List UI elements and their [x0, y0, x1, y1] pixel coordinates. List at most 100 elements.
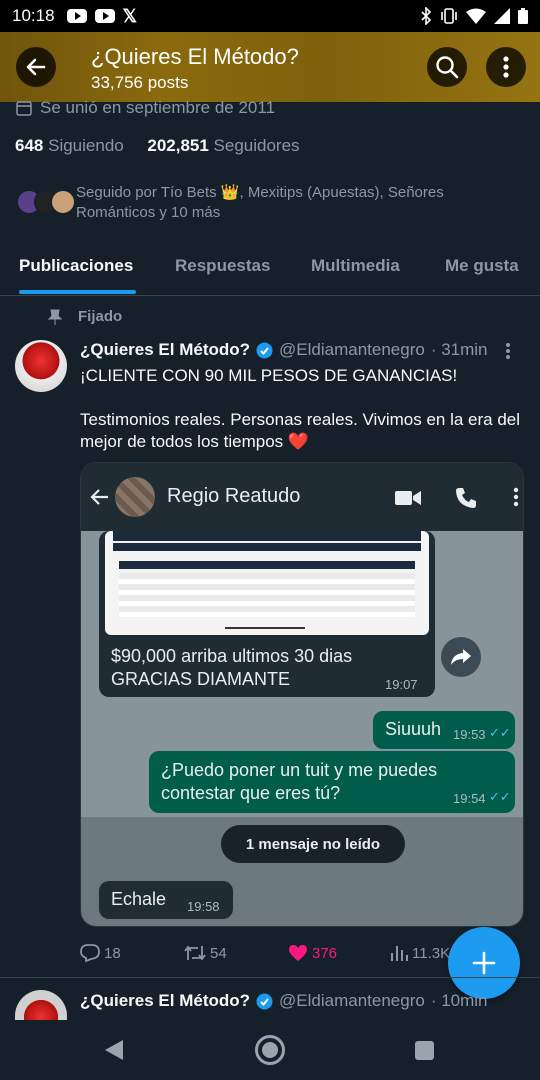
more-vertical-icon [506, 343, 510, 359]
avatar [50, 189, 76, 215]
tweet-media-image[interactable]: Regio Reatudo $90,000 arriba ultimos 30 … [80, 462, 524, 927]
tab-publicaciones[interactable]: Publicaciones [19, 256, 133, 276]
forward-icon [451, 649, 471, 665]
nav-recents-icon[interactable] [415, 1041, 434, 1060]
tweet-avatar[interactable] [15, 990, 67, 1020]
whatsapp-message-time: 19:58 [187, 899, 220, 914]
whatsapp-message-line: contestar que eres tú? [161, 783, 341, 803]
active-tab-indicator [19, 290, 136, 294]
reply-button[interactable]: 18 [80, 944, 121, 962]
pin-icon [48, 309, 62, 325]
whatsapp-message-text: Siuuuh [385, 719, 442, 739]
pinned-label: Fijado [48, 308, 122, 325]
follow-stats: 648 Siguiendo 202,851 Seguidores [15, 136, 300, 156]
post-count: 33,756 posts [91, 73, 189, 92]
views-button[interactable]: 11.3K [390, 944, 450, 962]
search-icon [436, 56, 459, 79]
battery-icon [518, 8, 528, 24]
calendar-icon [16, 101, 32, 116]
following-link[interactable]: 648 Siguiendo [15, 136, 124, 155]
tweet-header: ¿Quieres El Método? @Eldiamantenegro · 1… [80, 990, 500, 1012]
verified-badge-icon [256, 342, 273, 358]
tab-me-gusta[interactable]: Me gusta [445, 256, 519, 276]
nav-home-icon[interactable] [255, 1035, 285, 1065]
signal-icon [494, 8, 510, 24]
tweet-avatar[interactable] [15, 340, 67, 392]
whatsapp-message-text: Echale [111, 889, 167, 909]
betting-screenshot-image [105, 531, 429, 635]
like-count: 376 [312, 944, 338, 962]
followers-label: Seguidores [213, 136, 300, 155]
reply-count: 18 [104, 944, 121, 962]
nav-back-icon[interactable] [105, 1040, 123, 1060]
unread-messages-banner: 1 mensaje no leído [221, 825, 405, 863]
followers-count: 202,851 [147, 136, 209, 155]
reply-icon [80, 944, 100, 962]
vibrate-icon [441, 8, 457, 24]
tweet-divider [0, 977, 540, 978]
more-vertical-icon [513, 487, 519, 507]
youtube-notification-icon [66, 9, 87, 23]
whatsapp-contact-name: Regio Reatudo [167, 485, 301, 507]
tab-multimedia[interactable]: Multimedia [311, 256, 400, 276]
follower-avatars [16, 183, 76, 217]
tweet-text-line: Testimonios reales. Personas reales. Viv… [80, 410, 521, 451]
tweet-timestamp: · 10min [430, 991, 488, 1010]
more-options-button[interactable] [486, 47, 526, 87]
tab-respuestas[interactable]: Respuestas [175, 256, 270, 276]
tweet-author-name[interactable]: ¿Quieres El Método? [80, 340, 250, 360]
followers-link[interactable]: 202,851 Seguidores [147, 136, 299, 155]
youtube-notification-icon [94, 9, 115, 23]
heart-filled-icon [289, 945, 307, 961]
retweet-icon [184, 945, 206, 961]
whatsapp-message-time: 19:07 [385, 677, 418, 692]
whatsapp-message-time: 19:54 [453, 791, 486, 806]
tweet-text-line: ¡CLIENTE CON 90 MIL PESOS DE GANANCIAS! [80, 366, 458, 385]
tweet-more-button[interactable] [505, 342, 511, 365]
verified-badge-icon [256, 993, 273, 1009]
joined-text: Se unió en septiembre de 2011 [40, 98, 276, 117]
joined-date: Se unió en septiembre de 2011 [16, 98, 275, 118]
followed-by[interactable]: Seguido por Tío Bets 👑, Mexitips (Apuest… [16, 183, 516, 223]
whatsapp-forward-button [441, 637, 481, 677]
plus-icon [472, 951, 496, 975]
retweet-button[interactable]: 54 [184, 944, 227, 962]
tweet-author-handle[interactable]: @Eldiamantenegro [279, 991, 425, 1011]
profile-header: ¿Quieres El Método? 33,756 posts [0, 32, 540, 102]
whatsapp-message-line: GRACIAS DIAMANTE [111, 669, 291, 689]
x-notification-icon: 𝕏 [122, 5, 138, 26]
retweet-count: 54 [210, 944, 227, 962]
arrow-left-icon [26, 58, 46, 76]
search-button[interactable] [427, 47, 467, 87]
phone-icon [456, 488, 476, 508]
more-vertical-icon [503, 56, 509, 78]
video-call-icon [395, 491, 421, 505]
status-bar: 10:18 𝕏 [0, 0, 540, 32]
status-time: 10:18 [12, 6, 55, 25]
whatsapp-contact-avatar [115, 477, 155, 517]
whatsapp-incoming-message: Echale 19:58 [99, 881, 233, 919]
whatsapp-message-time: 19:53 [453, 727, 486, 742]
whatsapp-header: Regio Reatudo [81, 463, 523, 531]
wifi-icon [466, 8, 486, 24]
tweet-timestamp: · 31min [430, 340, 488, 359]
tweet-author-name[interactable]: ¿Quieres El Método? [80, 991, 250, 1011]
profile-tabs: Publicaciones Respuestas Multimedia Me g… [0, 250, 540, 296]
whatsapp-chat-body: $90,000 arriba ultimos 30 dias GRACIAS D… [81, 531, 523, 926]
whatsapp-outgoing-message: ¿Puedo poner un tuit y me puedes contest… [149, 751, 515, 813]
compose-tweet-button[interactable] [448, 927, 520, 999]
whatsapp-message-line: ¿Puedo poner un tuit y me puedes [161, 760, 438, 780]
tweet-text: ¡CLIENTE CON 90 MIL PESOS DE GANANCIAS! … [80, 365, 520, 453]
back-button[interactable] [16, 47, 56, 87]
whatsapp-incoming-message: $90,000 arriba ultimos 30 dias GRACIAS D… [99, 531, 435, 697]
like-button[interactable]: 376 [288, 944, 337, 962]
whatsapp-outgoing-message: Siuuuh 19:53 ✓✓ [373, 711, 515, 749]
followed-by-text: Seguido por Tío Bets 👑, Mexitips (Apuest… [76, 184, 444, 221]
following-label: Siguiendo [48, 136, 124, 155]
pinned-text: Fijado [78, 308, 123, 325]
views-count: 11.3K [412, 944, 451, 962]
system-navigation-bar [0, 1020, 540, 1080]
views-chart-icon [391, 946, 408, 961]
tweet-author-handle[interactable]: @Eldiamantenegro [279, 340, 425, 360]
header-title: ¿Quieres El Método? [91, 44, 299, 69]
